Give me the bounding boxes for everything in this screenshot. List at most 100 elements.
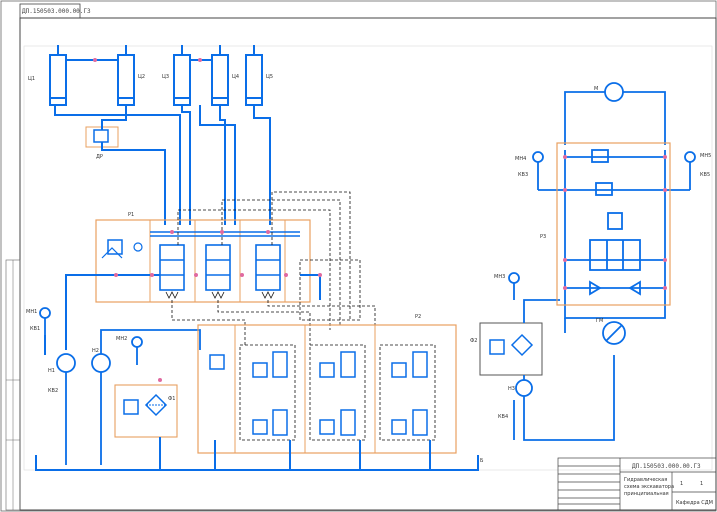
right-joint-2 [663, 155, 667, 159]
gauge-mn2 [131, 336, 143, 348]
valve-c2-top-b [340, 351, 356, 378]
throttle-dr-symbol [93, 129, 109, 143]
valve-c2-pilot [309, 344, 366, 441]
valve-c1-top-b [272, 351, 288, 378]
valve-c1-top-a [252, 362, 268, 378]
label-p3: Р3 [540, 234, 546, 240]
joint-2 [198, 58, 202, 62]
label-mn3: МН3 [494, 274, 505, 280]
label-n3: Н3 [508, 386, 515, 392]
pipe-c2-to-throttle [101, 105, 127, 130]
right-circuit-pipes [508, 82, 696, 441]
label-c3: Ц3 [162, 74, 169, 80]
spool-valve-2 [205, 244, 231, 291]
spool-spring-3 [261, 291, 275, 299]
relief-valve-main [107, 239, 123, 255]
spool-valve-3 [255, 244, 281, 291]
joint-6 [240, 273, 244, 277]
filter-f2-bypass [489, 339, 505, 355]
hydraulic-schematic-sheet: ДП.150503.000.00.Г3 Ц1 Ц2 Ц3 Ц4 Ц5 ДР Р1… [0, 0, 717, 512]
right-control-solenoid [607, 212, 623, 230]
hydraulic-motor-gm-arrow [605, 324, 623, 342]
check-valve-main [133, 242, 143, 252]
gauge-mn3 [508, 272, 520, 284]
label-kv2: КВ2 [48, 388, 58, 394]
spool-spring-1 [165, 291, 179, 299]
joint-1 [93, 58, 97, 62]
right-joint-8 [663, 286, 667, 290]
label-b: Б [480, 458, 484, 464]
label-kv5: КВ5 [700, 172, 710, 178]
label-c4: Ц4 [232, 74, 239, 80]
valve-c1-bot-b [272, 409, 288, 436]
gauge-mn1 [39, 307, 51, 319]
pipe-c5-to-distributor [253, 105, 271, 225]
label-dr: ДР [96, 154, 103, 160]
label-kv4: КВ4 [498, 414, 508, 420]
label-kv3: КВ3 [518, 172, 528, 178]
pilot-line-3 [267, 300, 376, 345]
label-f2: Ф2 [470, 338, 478, 344]
right-joint-5 [563, 258, 567, 262]
tank-main-line [35, 455, 479, 471]
title-org: Кафедра СДМ [676, 500, 713, 506]
gauge-mn4 [532, 151, 544, 163]
label-mn5: МН5 [700, 153, 711, 159]
valve-c2-bot-a [319, 419, 335, 435]
right-joint-6 [663, 258, 667, 262]
label-mn1: МН1 [26, 309, 37, 315]
joint-7 [284, 273, 288, 277]
valve-c2-bot-b [340, 409, 356, 436]
valve-c3-bot-b [412, 409, 428, 436]
label-f1: Ф1 [168, 396, 176, 402]
title-sheets: 1 [700, 481, 703, 487]
pipe-filter-to-circuit [523, 299, 560, 323]
spool-spring-2 [211, 291, 225, 299]
pumps-left [39, 307, 201, 465]
joint-11 [266, 230, 270, 234]
label-c5: Ц5 [266, 74, 273, 80]
pump-n3 [515, 379, 533, 397]
right-control-valve-1 [591, 149, 609, 163]
valve-group-elements [252, 351, 428, 436]
title-sheet: 1 [680, 481, 683, 487]
joint-10 [220, 230, 224, 234]
stamp-code: ДП.150503.000.00.Г3 [22, 8, 91, 15]
joint-8 [318, 273, 322, 277]
right-control-line-1 [564, 150, 666, 319]
joint-4 [150, 273, 154, 277]
pilot-line-1 [171, 300, 246, 345]
pipe-c4-to-distributor [219, 105, 226, 225]
label-c1: Ц1 [28, 76, 35, 82]
pipe-motor-loop-right [623, 91, 666, 145]
cylinders-group [49, 45, 263, 106]
joint-9 [170, 230, 174, 234]
pump-n2 [91, 353, 111, 373]
right-control-spool [589, 239, 641, 271]
right-joint-7 [563, 286, 567, 290]
tank-lines [35, 335, 479, 471]
pilot-line-6 [271, 191, 351, 320]
pipe-c1-to-distributor [54, 105, 181, 225]
label-mn4: МН4 [515, 156, 526, 162]
pipe-c3-to-distributor [181, 105, 191, 225]
valve-group-relief [209, 354, 225, 370]
main-pressure-line [65, 274, 321, 350]
label-m: М [594, 86, 598, 92]
label-c2: Ц2 [138, 74, 145, 80]
label-mn2: МН2 [116, 336, 127, 342]
joint-3 [114, 273, 118, 277]
right-control-block-frame [556, 142, 671, 306]
right-joint-3 [563, 188, 567, 192]
joint-12 [158, 378, 162, 382]
label-n2: Н2 [92, 348, 99, 354]
label-kv1: КВ1 [30, 326, 40, 332]
pump-n1 [56, 353, 76, 373]
title-line-3: принципиальная [624, 491, 669, 497]
filter-f2-element [510, 333, 534, 357]
pilot-line-2 [217, 300, 311, 345]
cylinder-supply-pipes [54, 105, 271, 225]
pipe-c4b-to-distributor [199, 105, 236, 225]
gauge-mn5 [684, 151, 696, 163]
drawing-area [23, 45, 713, 471]
